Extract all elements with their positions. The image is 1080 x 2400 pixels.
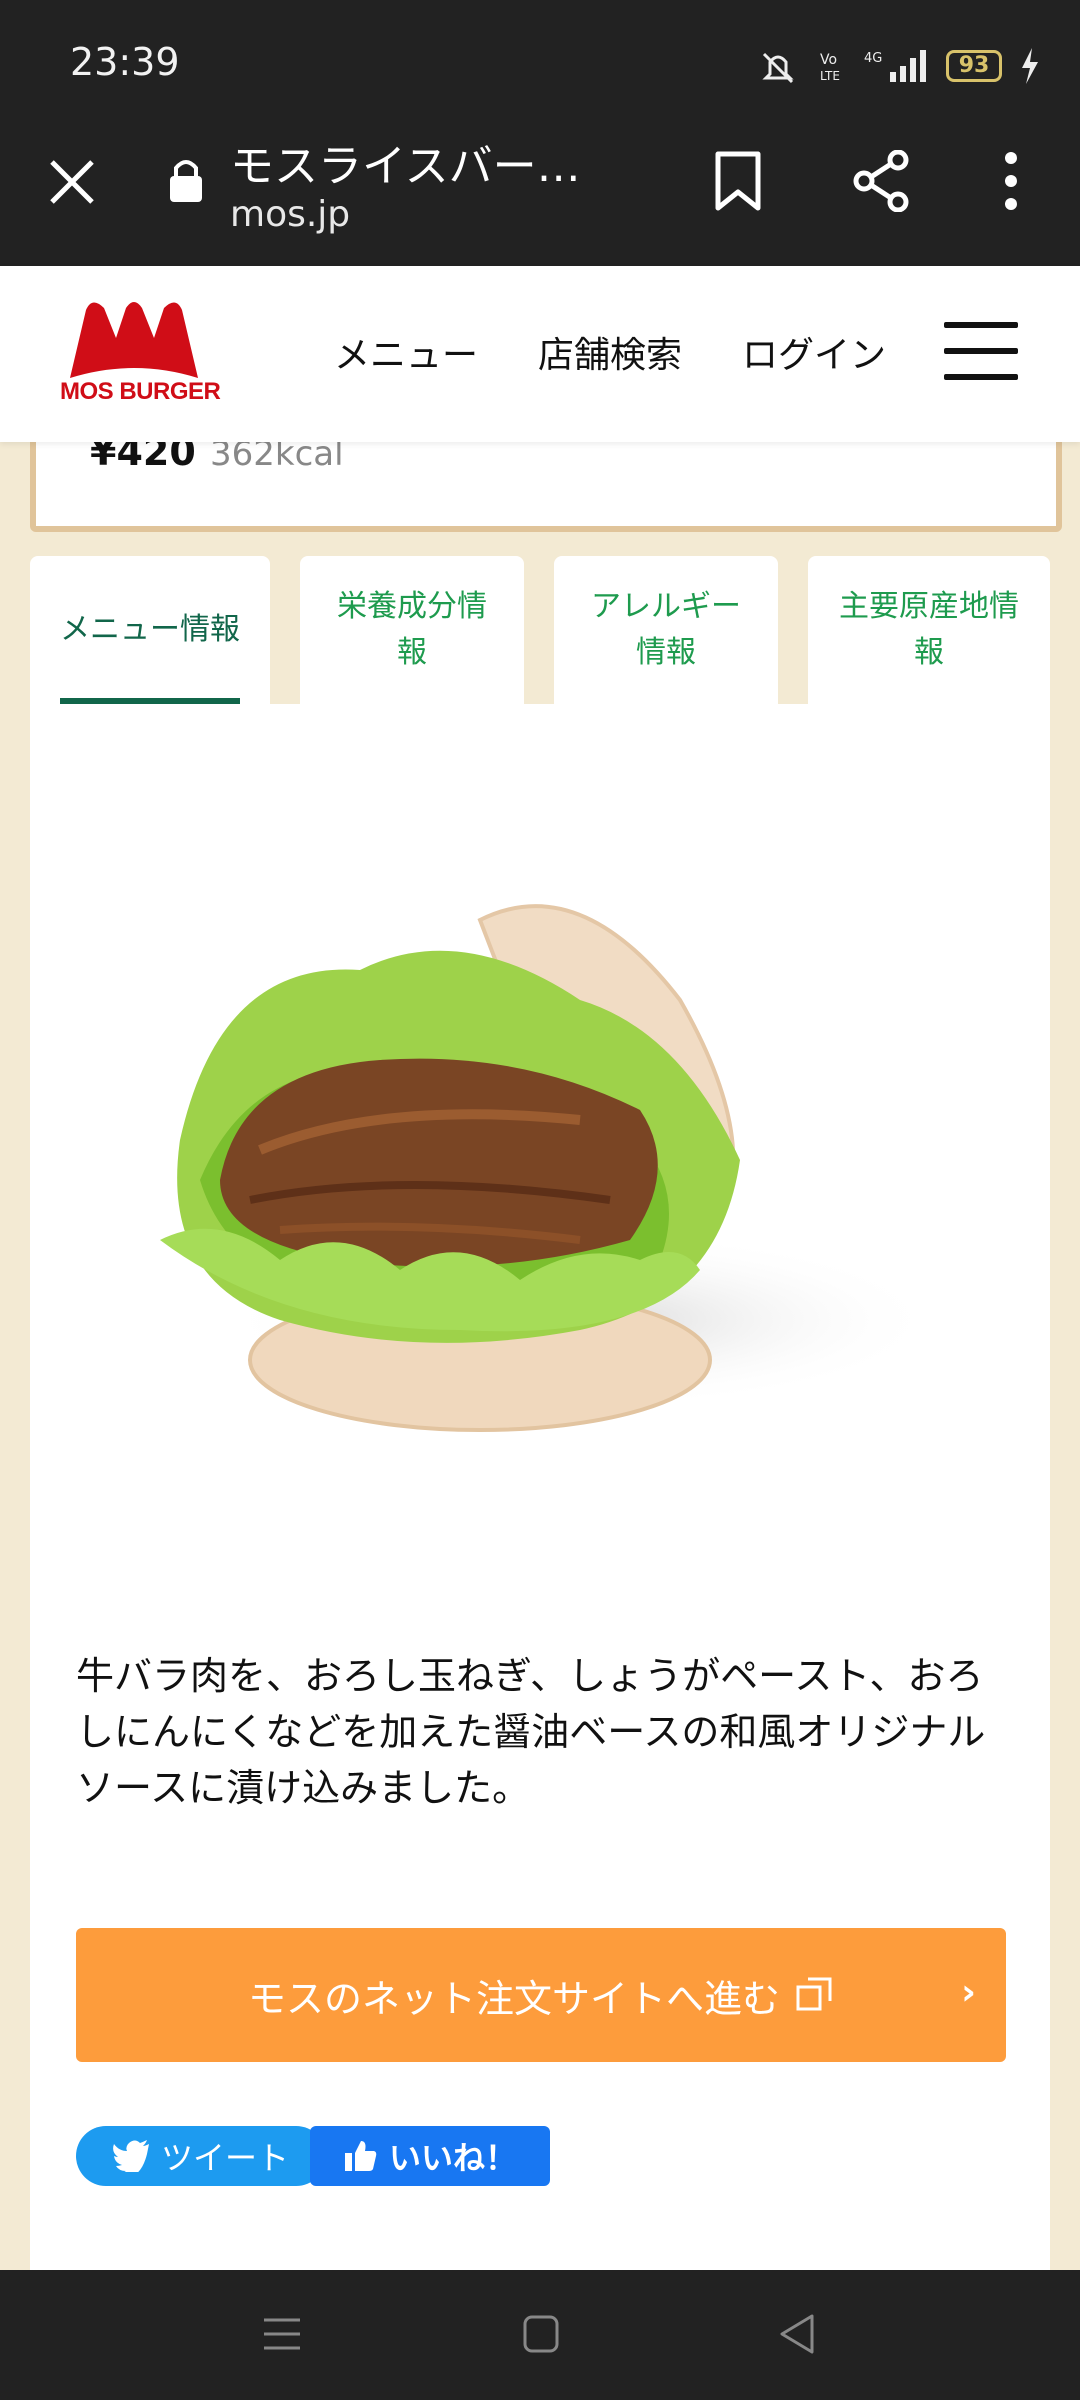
close-icon[interactable] <box>46 156 98 208</box>
page-title[interactable]: モスライスバー… <box>230 130 581 194</box>
tab-label: アレルギー 情報 <box>591 589 741 670</box>
order-button-label: モスのネット注文サイトへ進む <box>247 1976 780 2021</box>
external-link-icon <box>796 1977 832 2011</box>
product-description: 牛バラ肉を、おろし玉ねぎ、しょうがペースト、おろしにんにくなどを加えた醤油ベース… <box>76 1654 986 1810</box>
tab-nutrition[interactable]: 栄養成分情 報 <box>300 556 524 704</box>
charging-icon <box>1022 48 1038 84</box>
nav-menu[interactable]: メニュー <box>334 326 478 378</box>
signal-icon: 4G <box>864 50 926 82</box>
lock-icon <box>170 160 202 202</box>
tweet-label: ツイート <box>160 2139 289 2177</box>
tab-label: 栄養成分情 報 <box>337 589 487 670</box>
bookmark-icon[interactable] <box>712 150 764 212</box>
product-image <box>160 904 920 1432</box>
svg-text:4G: 4G <box>864 51 882 66</box>
more-menu-icon[interactable] <box>1000 150 1022 212</box>
nav-login[interactable]: ログイン <box>742 326 886 378</box>
svg-text:LTE: LTE <box>820 69 840 83</box>
vibrate-icon <box>762 52 794 84</box>
tab-allergy[interactable]: アレルギー 情報 <box>554 556 778 704</box>
tab-label: 主要原産地情 報 <box>839 589 1019 670</box>
back-icon[interactable] <box>776 2312 816 2356</box>
tab-origin[interactable]: 主要原産地情 報 <box>808 556 1050 704</box>
mos-burger-logo[interactable] <box>66 298 202 380</box>
volte-icon: Vo LTE <box>820 52 840 83</box>
tab-label: メニュー情報 <box>60 612 240 647</box>
logo-text: MOS BURGER <box>60 378 221 405</box>
recent-apps-icon[interactable] <box>262 2314 302 2354</box>
status-time: 23:39 <box>70 40 180 84</box>
nav-store-search[interactable]: 店舗検索 <box>538 326 682 378</box>
svg-text:Vo: Vo <box>820 52 837 68</box>
online-order-button[interactable]: モスのネット注文サイトへ進む › <box>76 1928 1006 2062</box>
tab-menu-info[interactable]: メニュー情報 <box>30 556 270 704</box>
page-url[interactable]: mos.jp <box>230 194 350 235</box>
thumbs-up-icon <box>344 2141 377 2171</box>
twitter-bird-icon <box>113 2140 149 2172</box>
like-button[interactable]: いいね！ <box>310 2126 550 2186</box>
battery-icon: 93 <box>946 50 1002 82</box>
share-icon[interactable] <box>852 150 912 212</box>
chevron-right-icon: › <box>961 1972 976 2013</box>
like-label: いいね！ <box>388 2139 517 2177</box>
tweet-button[interactable]: ツイート <box>76 2126 326 2186</box>
home-icon[interactable] <box>522 2314 560 2354</box>
status-icons: Vo LTE 4G 93 <box>756 44 1040 88</box>
hamburger-menu-icon[interactable] <box>944 320 1018 382</box>
